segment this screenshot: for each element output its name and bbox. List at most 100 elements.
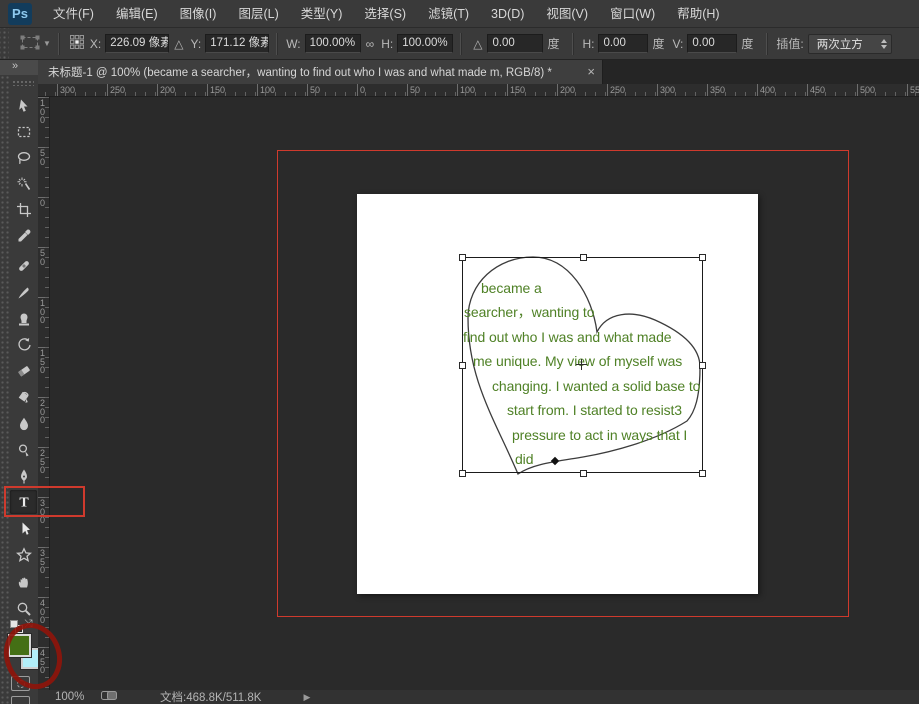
hand-tool[interactable]: [10, 570, 37, 594]
menu-item[interactable]: 视图(V): [535, 0, 599, 28]
relative-position-delta-icon[interactable]: △: [174, 37, 183, 51]
ruler-major-tick: [307, 84, 308, 97]
ruler-major-tick: [557, 84, 558, 97]
y-position-field[interactable]: 171.12 像素: [205, 34, 269, 53]
blur-tool[interactable]: [10, 412, 37, 436]
spot-healing-brush-tool[interactable]: [10, 254, 37, 278]
annotation-red-box-type-tool: [4, 486, 85, 517]
ruler-label: 0: [40, 199, 49, 208]
ruler-label: 50: [410, 85, 420, 95]
menu-item[interactable]: 滤镜(T): [417, 0, 480, 28]
ruler-major-tick: [607, 84, 608, 97]
lasso-tool-icon: [16, 150, 32, 166]
dodge-tool-icon: [16, 442, 32, 458]
document-tab-title: 未标题-1 @ 100% (became a searcher，wanting …: [48, 64, 552, 80]
chevron-down-icon[interactable]: ▼: [43, 39, 51, 48]
rotate-field[interactable]: 0.00: [487, 34, 543, 53]
status-expand-icon[interactable]: ▶: [303, 692, 310, 703]
path-selection-tool[interactable]: [10, 517, 37, 541]
separator: [460, 33, 461, 55]
annotation-red-rectangle: [277, 150, 849, 617]
menu-item[interactable]: 3D(D): [480, 0, 535, 28]
eraser-tool[interactable]: [10, 359, 37, 383]
y-label: Y:: [191, 37, 202, 51]
brush-tool[interactable]: [10, 281, 37, 305]
toolbar-grip[interactable]: [12, 80, 34, 86]
menu-item[interactable]: 类型(Y): [290, 0, 354, 28]
close-icon[interactable]: ×: [587, 64, 595, 79]
ruler-major-tick: [207, 84, 208, 97]
collapse-panel-button[interactable]: »: [0, 60, 38, 75]
hand-tool-icon: [16, 574, 32, 590]
separator: [58, 33, 59, 55]
ruler-label: 250: [40, 449, 49, 475]
interpolation-dropdown[interactable]: 两次立方: [808, 34, 892, 54]
spot-healing-brush-tool-icon: [16, 258, 32, 274]
document-size-info[interactable]: 文档:468.8K/511.8K: [160, 689, 261, 704]
pen-tool[interactable]: [10, 464, 37, 488]
x-position-field[interactable]: 226.09 像素: [105, 34, 169, 53]
photoshop-window: Ps 文件(F)编辑(E)图像(I)图层(L)类型(Y)选择(S)滤镜(T)3D…: [0, 0, 919, 704]
paint-bucket-tool[interactable]: [10, 385, 37, 409]
crop-tool[interactable]: [10, 198, 37, 222]
menu-items: 文件(F)编辑(E)图像(I)图层(L)类型(Y)选择(S)滤镜(T)3D(D)…: [42, 0, 731, 28]
pen-tool-icon: [16, 468, 32, 484]
link-dimensions-icon[interactable]: ∞: [366, 37, 375, 51]
eyedropper-tool[interactable]: [10, 224, 37, 248]
ruler-label: 550: [910, 85, 919, 95]
history-brush-tool[interactable]: [10, 333, 37, 357]
height-field[interactable]: 100.00%: [397, 34, 453, 53]
menu-item[interactable]: 帮助(H): [666, 0, 730, 28]
status-icon: [101, 690, 118, 704]
custom-shape-tool[interactable]: [10, 543, 37, 567]
dock-grip[interactable]: [0, 60, 9, 704]
ruler-label: 100: [260, 85, 275, 95]
eraser-tool-icon: [16, 363, 32, 379]
ruler-label: 150: [40, 349, 49, 375]
status-bar: 100% 文档:468.8K/511.8K ▶: [38, 690, 919, 704]
ruler-major-tick: [857, 84, 858, 97]
magic-wand-tool-icon: [16, 176, 32, 192]
annotation-red-circle-swatches: [1, 618, 65, 694]
horizontal-ruler[interactable]: 3002502001501005005010015020025030035040…: [38, 84, 919, 97]
canvas-pasteboard[interactable]: became asearcher，wanting tofind out who …: [50, 97, 919, 690]
ruler-label: 100: [40, 99, 49, 125]
ruler-label: 450: [810, 85, 825, 95]
menu-item[interactable]: 文件(F): [42, 0, 105, 28]
menu-item[interactable]: 图层(L): [227, 0, 289, 28]
hskew-field[interactable]: 0.00: [598, 34, 648, 53]
ruler-major-tick: [107, 84, 108, 97]
ruler-label: 50: [310, 85, 320, 95]
ruler-label: 300: [660, 85, 675, 95]
lasso-tool[interactable]: [10, 146, 37, 170]
reference-point-locator[interactable]: [70, 35, 84, 52]
screen-mode-button[interactable]: [11, 696, 30, 704]
vertical-ruler[interactable]: 10050050100150200250300350400450500: [38, 97, 50, 690]
ruler-major-tick: [757, 84, 758, 97]
rectangular-marquee-tool[interactable]: [10, 120, 37, 144]
menu-item[interactable]: 图像(I): [169, 0, 228, 28]
eyedropper-tool-icon: [16, 228, 32, 244]
ruler-label: 150: [210, 85, 225, 95]
x-label: X:: [90, 37, 101, 51]
ruler-label: 100: [460, 85, 475, 95]
move-tool[interactable]: [10, 94, 37, 118]
document-tab[interactable]: 未标题-1 @ 100% (became a searcher，wanting …: [38, 60, 603, 84]
width-field[interactable]: 100.00%: [305, 34, 361, 53]
ruler-label: 300: [60, 85, 75, 95]
vskew-field[interactable]: 0.00: [687, 34, 737, 53]
menu-item[interactable]: 选择(S): [353, 0, 417, 28]
h-label: H:: [381, 37, 393, 51]
hskew-label: H:: [582, 37, 594, 51]
menu-item[interactable]: 编辑(E): [105, 0, 169, 28]
ruler-label: 250: [610, 85, 625, 95]
rotate-unit: 度: [547, 35, 559, 52]
ruler-major-tick: [457, 84, 458, 97]
dodge-tool[interactable]: [10, 438, 37, 462]
clone-stamp-tool[interactable]: [10, 307, 37, 331]
crop-tool-icon: [16, 202, 32, 218]
menu-item[interactable]: 窗口(W): [599, 0, 666, 28]
ruler-major-tick: [257, 84, 258, 97]
magic-wand-tool[interactable]: [10, 172, 37, 196]
ruler-label: 400: [760, 85, 775, 95]
